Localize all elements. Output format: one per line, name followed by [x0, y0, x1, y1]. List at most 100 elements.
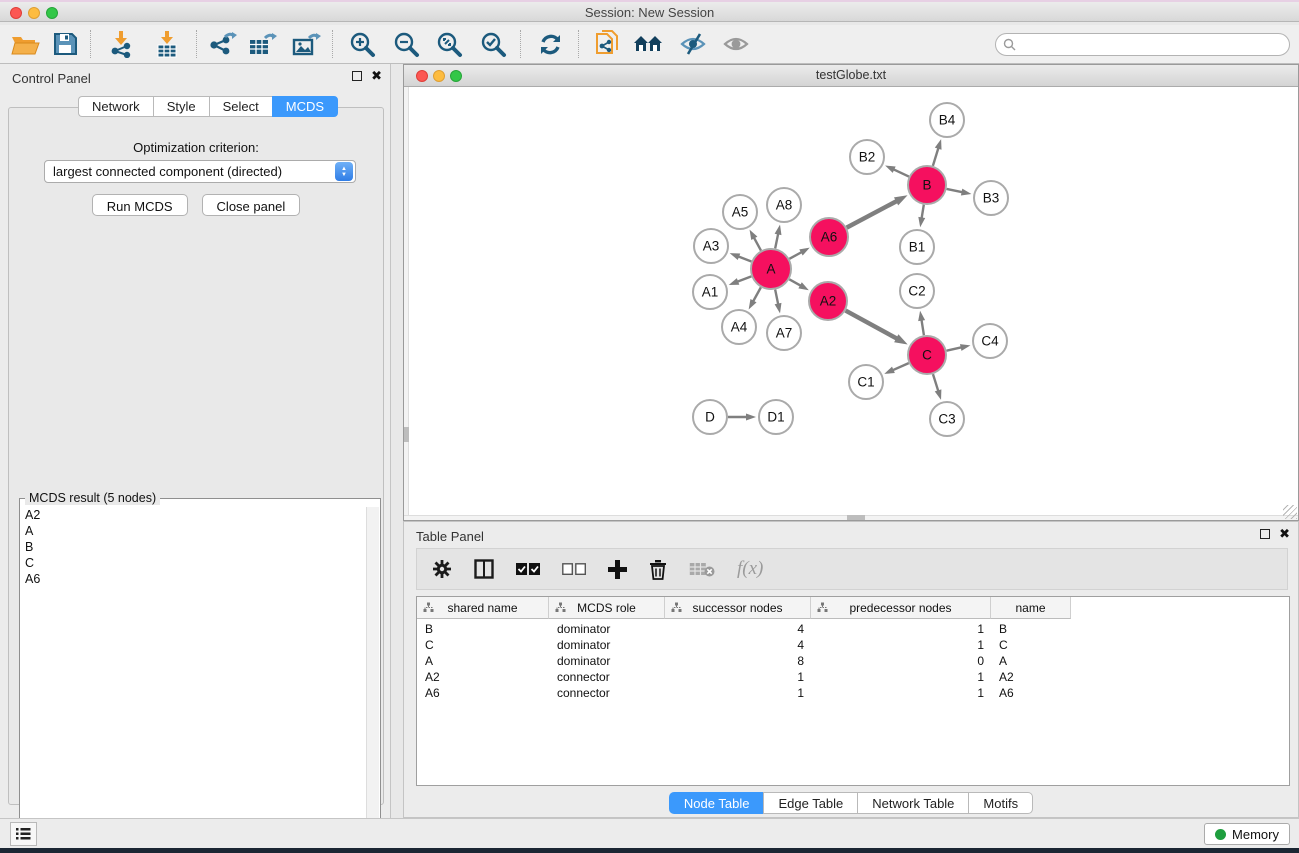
edge-A-A2[interactable]: [789, 279, 802, 286]
mcds-result-item[interactable]: B: [21, 539, 366, 555]
export-network-icon[interactable]: [205, 28, 239, 60]
column-header-shared-name[interactable]: shared name: [417, 597, 549, 619]
canvas-horizontal-scrollbar[interactable]: [404, 515, 1298, 520]
edge-C-C1[interactable]: [892, 363, 909, 371]
float-panel-icon[interactable]: [352, 71, 362, 81]
table-cell[interactable]: 4: [665, 621, 811, 637]
table-cell[interactable]: dominator: [549, 621, 665, 637]
table-cell[interactable]: A: [991, 653, 1071, 669]
edge-A-A5[interactable]: [753, 237, 761, 251]
tab-style[interactable]: Style: [153, 96, 209, 117]
table-cell[interactable]: 4: [665, 637, 811, 653]
window-resize-grip[interactable]: [1283, 505, 1297, 519]
tab-network[interactable]: Network: [78, 96, 153, 117]
zoom-fit-icon[interactable]: [432, 28, 466, 60]
table-cell[interactable]: 8: [665, 653, 811, 669]
table-cell[interactable]: B: [417, 621, 549, 637]
zoom-out-icon[interactable]: [389, 28, 423, 60]
zoom-selected-icon[interactable]: [476, 28, 510, 60]
table-cell[interactable]: C: [417, 637, 549, 653]
task-history-button[interactable]: [10, 822, 37, 846]
tab-node-table[interactable]: Node Table: [669, 792, 764, 814]
search-input[interactable]: [1016, 38, 1289, 52]
mcds-result-item[interactable]: C: [21, 555, 366, 571]
table-cell[interactable]: 1: [665, 685, 811, 701]
save-session-icon[interactable]: [48, 28, 82, 60]
edge-A-A6[interactable]: [789, 251, 802, 258]
edge-C-C4[interactable]: [947, 347, 963, 351]
close-panel-button[interactable]: Close panel: [202, 194, 301, 216]
table-cell[interactable]: 1: [811, 637, 991, 653]
edge-A-A4[interactable]: [753, 287, 761, 302]
import-table-icon[interactable]: [150, 28, 184, 60]
table-cell[interactable]: B: [991, 621, 1071, 637]
new-network-from-selection-icon[interactable]: [590, 28, 624, 60]
column-header-predecessor-nodes[interactable]: predecessor nodes: [811, 597, 991, 619]
refresh-icon[interactable]: [533, 28, 567, 60]
first-neighbors-icon[interactable]: [631, 28, 665, 60]
edge-A-A1[interactable]: [736, 276, 751, 282]
table-cell[interactable]: dominator: [549, 653, 665, 669]
table-row[interactable]: A2connector11A2: [417, 669, 1289, 685]
edge-A2-C[interactable]: [846, 311, 898, 340]
table-settings-gear-icon[interactable]: [432, 559, 452, 579]
column-header-name[interactable]: name: [991, 597, 1071, 619]
edge-B-B4[interactable]: [933, 147, 939, 166]
horizontal-scroll-thumb[interactable]: [847, 515, 865, 520]
tab-select[interactable]: Select: [209, 96, 272, 117]
tab-edge-table[interactable]: Edge Table: [763, 792, 857, 814]
edge-B-B1[interactable]: [921, 205, 923, 220]
select-all-columns-icon[interactable]: [516, 563, 540, 576]
optimization-criterion-dropdown[interactable]: largest connected component (directed) ▲…: [44, 160, 356, 183]
edge-A6-B[interactable]: [847, 200, 898, 227]
table-cell[interactable]: connector: [549, 685, 665, 701]
show-columns-icon[interactable]: [474, 559, 494, 579]
create-column-icon[interactable]: [608, 560, 627, 579]
table-cell[interactable]: A6: [417, 685, 549, 701]
table-row[interactable]: Adominator80A: [417, 653, 1289, 669]
network-canvas[interactable]: AA1A2A3A4A5A6A7A8BB1B2B3B4CC1C2C3C4DD1: [404, 87, 1298, 520]
close-table-panel-icon[interactable]: ✖: [1279, 529, 1290, 539]
edge-A-A3[interactable]: [737, 256, 751, 261]
column-header-MCDS-role[interactable]: MCDS role: [549, 597, 665, 619]
mcds-result-item[interactable]: A6: [21, 571, 366, 587]
table-row[interactable]: Cdominator41C: [417, 637, 1289, 653]
table-row[interactable]: Bdominator41B: [417, 621, 1289, 637]
table-cell[interactable]: A2: [991, 669, 1071, 685]
table-cell[interactable]: A: [417, 653, 549, 669]
edge-A-A8[interactable]: [775, 232, 778, 248]
zoom-in-icon[interactable]: [345, 28, 379, 60]
open-session-icon[interactable]: [8, 28, 42, 60]
table-cell[interactable]: dominator: [549, 637, 665, 653]
run-mcds-button[interactable]: Run MCDS: [92, 194, 188, 216]
table-cell[interactable]: 1: [665, 669, 811, 685]
tab-mcds[interactable]: MCDS: [272, 96, 338, 117]
vertical-scroll-thumb[interactable]: [404, 427, 409, 442]
table-cell[interactable]: 1: [811, 621, 991, 637]
mcds-result-item[interactable]: A: [21, 523, 366, 539]
delete-column-icon[interactable]: [649, 559, 667, 580]
mcds-result-item[interactable]: A2: [21, 507, 366, 523]
show-all-icon[interactable]: [719, 28, 753, 60]
memory-button[interactable]: Memory: [1204, 823, 1290, 845]
tab-motifs[interactable]: Motifs: [968, 792, 1033, 814]
edge-B-B3[interactable]: [947, 189, 964, 192]
float-table-panel-icon[interactable]: [1260, 529, 1270, 539]
deselect-all-columns-icon[interactable]: [562, 563, 586, 576]
edge-C-C2[interactable]: [921, 319, 924, 336]
mcds-result-scrollbar[interactable]: [366, 507, 379, 842]
column-header-successor-nodes[interactable]: successor nodes: [665, 597, 811, 619]
edge-A-A7[interactable]: [775, 290, 778, 306]
hide-selected-icon[interactable]: [676, 28, 710, 60]
export-image-icon[interactable]: [290, 28, 324, 60]
edge-C-C3[interactable]: [933, 374, 939, 392]
table-cell[interactable]: A6: [991, 685, 1071, 701]
close-panel-icon[interactable]: ✖: [371, 71, 382, 81]
table-cell[interactable]: 1: [811, 669, 991, 685]
import-network-icon[interactable]: [104, 28, 138, 60]
table-cell[interactable]: A2: [417, 669, 549, 685]
export-table-icon[interactable]: [246, 28, 280, 60]
table-cell[interactable]: 1: [811, 685, 991, 701]
search-field[interactable]: [995, 33, 1290, 56]
edge-B-B2[interactable]: [892, 169, 909, 177]
